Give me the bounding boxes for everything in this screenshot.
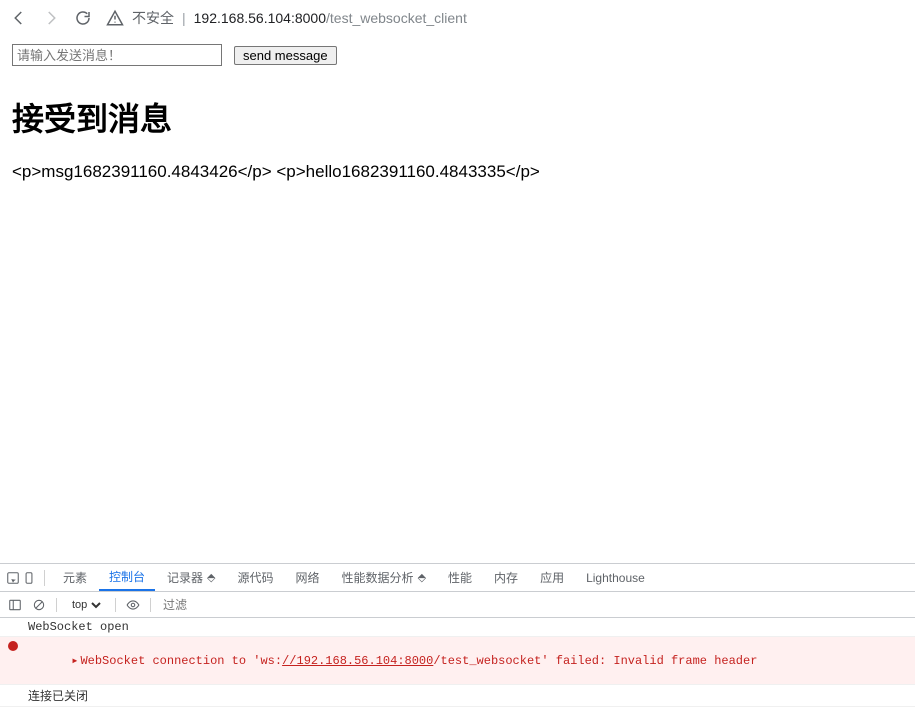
tab-console[interactable]: 控制台 xyxy=(99,564,155,591)
eye-icon[interactable] xyxy=(126,598,140,612)
tab-lighthouse[interactable]: Lighthouse xyxy=(576,564,655,591)
pin-icon: ⬘ xyxy=(418,571,426,584)
received-heading: 接受到消息 xyxy=(12,94,903,140)
insecure-icon xyxy=(106,9,124,27)
device-toggle-icon[interactable] xyxy=(22,571,36,585)
tab-elements[interactable]: 元素 xyxy=(53,564,97,591)
tab-network[interactable]: 网络 xyxy=(286,564,330,591)
pin-icon: ⬘ xyxy=(207,571,215,584)
devtools-panel: 元素 控制台 记录器⬘ 源代码 网络 性能数据分析⬘ 性能 内存 应用 Ligh… xyxy=(0,563,915,707)
message-input[interactable] xyxy=(12,44,222,66)
received-message-line: <p>msg1682391160.4843426</p> <p>hello168… xyxy=(12,162,903,182)
console-error-line: ▸WebSocket connection to 'ws://192.168.5… xyxy=(0,637,915,685)
send-form: send message xyxy=(12,44,903,66)
page-content: send message 接受到消息 <p>msg1682391160.4843… xyxy=(0,36,915,563)
security-label: 不安全 xyxy=(132,8,174,28)
expand-arrow-icon[interactable]: ▸ xyxy=(71,654,78,668)
console-line: 连接已关闭 xyxy=(0,685,915,707)
console-line: WebSocket open xyxy=(0,618,915,637)
address-bar[interactable]: 不安全 | 192.168.56.104:8000/test_websocket… xyxy=(106,8,905,28)
reload-icon[interactable] xyxy=(74,9,92,27)
tab-memory[interactable]: 内存 xyxy=(484,564,528,591)
tab-sources[interactable]: 源代码 xyxy=(228,564,284,591)
forward-icon[interactable] xyxy=(42,9,60,27)
console-sidebar-toggle-icon[interactable] xyxy=(8,598,22,612)
tab-performance-insights[interactable]: 性能数据分析⬘ xyxy=(332,564,436,591)
console-filter-input[interactable] xyxy=(161,597,361,613)
tab-performance[interactable]: 性能 xyxy=(438,564,482,591)
clear-console-icon[interactable] xyxy=(32,598,46,612)
inspect-icon[interactable] xyxy=(6,571,20,585)
send-button[interactable]: send message xyxy=(234,46,337,65)
context-select[interactable]: top xyxy=(67,597,105,613)
console-toolbar: top xyxy=(0,592,915,618)
back-icon[interactable] xyxy=(10,9,28,27)
console-output: WebSocket open ▸WebSocket connection to … xyxy=(0,618,915,707)
browser-toolbar: 不安全 | 192.168.56.104:8000/test_websocket… xyxy=(0,0,915,36)
tab-recorder[interactable]: 记录器⬘ xyxy=(157,564,225,591)
devtools-tabs: 元素 控制台 记录器⬘ 源代码 网络 性能数据分析⬘ 性能 内存 应用 Ligh… xyxy=(0,564,915,592)
url-text: 192.168.56.104:8000/test_websocket_clien… xyxy=(194,10,467,26)
address-separator: | xyxy=(182,10,186,26)
tab-application[interactable]: 应用 xyxy=(530,564,574,591)
